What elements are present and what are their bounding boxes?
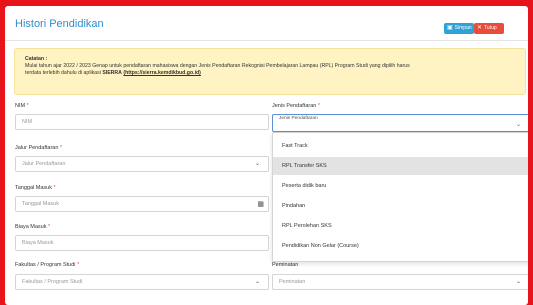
dropdown-option-pendidikan-non-gelar[interactable]: Pendidikan Non Gelar (Course): [273, 237, 528, 255]
save-icon: ▣: [447, 25, 453, 31]
tanggal-masuk-input[interactable]: Tanggal Masuk ▦: [15, 196, 269, 212]
chevron-down-icon: ⌄: [254, 161, 260, 167]
card-header: Histori Pendidikan ▣ Simpan ✕ Tutup: [5, 6, 528, 41]
tanggal-masuk-label-text: Tanggal Masuk: [15, 185, 52, 191]
tanggal-masuk-label: Tanggal Masuk *: [15, 185, 56, 191]
nim-label-text: NIM: [15, 103, 26, 109]
required-mark: *: [77, 262, 80, 268]
jalur-pendaftaran-placeholder: Jalur Pendaftaran: [22, 161, 66, 167]
biaya-masuk-label-text: Biaya Masuk: [15, 224, 47, 230]
nim-label: NIM *: [15, 103, 29, 109]
jalur-pendaftaran-label: Jalur Pendaftaran *: [15, 145, 62, 151]
page-title: Histori Pendidikan: [15, 18, 104, 30]
chevron-down-icon: ⌄: [254, 279, 260, 285]
save-button-label: Simpan: [454, 25, 472, 31]
dropdown-option-peserta-didik-baru[interactable]: Peserta didik baru: [273, 177, 528, 195]
close-button[interactable]: ✕ Tutup: [474, 23, 504, 34]
required-mark: *: [317, 103, 321, 109]
fakultas-prodi-label: Fakultas / Program Studi *: [15, 262, 79, 268]
dropdown-option-pindahan[interactable]: Pindahan: [273, 197, 528, 215]
required-mark: *: [53, 185, 56, 191]
dropdown-option-fast-track[interactable]: Fast Track: [273, 137, 528, 155]
jenis-pendaftaran-label: Jenis Pendaftaran *: [272, 103, 320, 109]
note-heading: Catatan :: [25, 56, 48, 62]
jenis-pendaftaran-value: Jenis Pendaftaran: [279, 116, 318, 121]
biaya-masuk-input[interactable]: Biaya Masuk: [15, 235, 269, 251]
calendar-icon[interactable]: ▦: [257, 198, 264, 212]
history-card: Histori Pendidikan ▣ Simpan ✕ Tutup Cata…: [5, 6, 528, 305]
fakultas-prodi-placeholder: Fakultas / Program Studi: [22, 279, 83, 285]
tanggal-masuk-placeholder: Tanggal Masuk: [22, 201, 59, 207]
required-mark: *: [48, 224, 51, 230]
note-box: Catatan : Mulai tahun ajar 2022 / 2023 G…: [14, 48, 526, 95]
dropdown-option-rpl-perolehan-sks[interactable]: RPL Perolehan SKS: [273, 217, 528, 235]
peminatan-label: Peminatan: [272, 262, 299, 268]
jalur-pendaftaran-select[interactable]: Jalur Pendaftaran ⌄: [15, 156, 269, 172]
peminatan-select[interactable]: Peminatan ⌄: [272, 274, 528, 290]
jenis-pendaftaran-select[interactable]: Jenis Pendaftaran ⌄: [272, 114, 528, 132]
save-button[interactable]: ▣ Simpan: [444, 23, 474, 34]
jenis-pendaftaran-dropdown: Fast Track RPL Transfer SKS Peserta didi…: [272, 132, 528, 262]
chevron-down-icon: ⌄: [515, 279, 521, 285]
note-app-name: SIERRA: [102, 70, 122, 76]
note-line-1: Mulai tahun ajar 2022 / 2023 Genap untuk…: [25, 63, 410, 69]
note-line-2-prefix: terdata terlebih dahulu di aplikasi: [25, 70, 101, 76]
close-button-label: Tutup: [484, 25, 497, 31]
chevron-down-icon: ⌄: [515, 122, 521, 128]
biaya-masuk-label: Biaya Masuk *: [15, 224, 50, 230]
fakultas-prodi-label-text: Fakultas / Program Studi: [15, 262, 76, 268]
required-mark: *: [59, 145, 63, 151]
jenis-pendaftaran-label-text: Jenis Pendaftaran: [272, 103, 317, 109]
close-icon: ✕: [477, 25, 483, 31]
jalur-pendaftaran-label-text: Jalur Pendaftaran: [15, 145, 59, 151]
nim-input[interactable]: NIM: [15, 114, 269, 130]
sierra-link[interactable]: (https://sierra.kemdikbud.go.id): [123, 70, 201, 76]
dropdown-option-rpl-transfer-sks[interactable]: RPL Transfer SKS: [273, 157, 528, 175]
note-line-2: terdata terlebih dahulu di aplikasi SIER…: [25, 70, 201, 76]
fakultas-prodi-select[interactable]: Fakultas / Program Studi ⌄: [15, 274, 269, 290]
required-mark: *: [26, 103, 29, 109]
peminatan-placeholder: Peminatan: [279, 279, 306, 285]
